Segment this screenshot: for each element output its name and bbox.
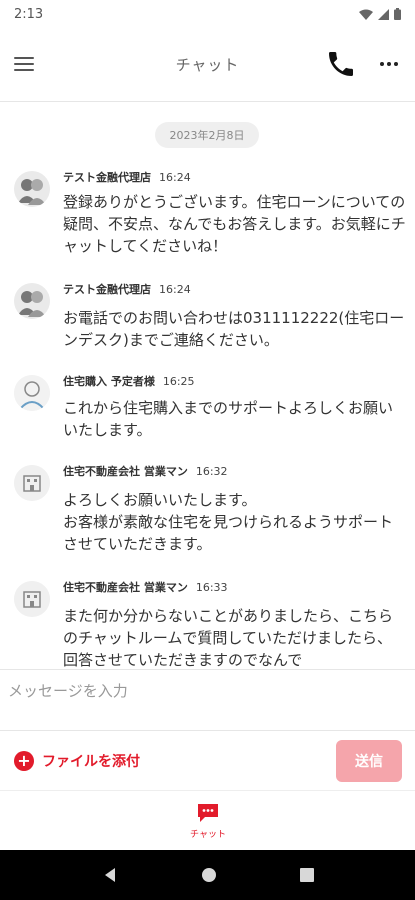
- building-avatar-icon: [14, 465, 50, 501]
- message-time: 16:25: [162, 375, 195, 388]
- message-time: 16:33: [195, 581, 228, 594]
- hamburger-menu-icon[interactable]: [14, 52, 38, 76]
- message-text: これから住宅購入までのサポートよろしくお願いいたします。: [63, 399, 394, 439]
- message-meta: テスト金融代理店 16:24: [63, 281, 191, 297]
- message-composer: [0, 669, 415, 731]
- send-button[interactable]: 送信: [336, 740, 402, 782]
- attach-file-button[interactable]: + ファイルを添付: [14, 751, 140, 771]
- system-navigation-bar: [0, 850, 415, 900]
- message-sender: 住宅不動産会社 営業マン: [63, 465, 188, 478]
- chat-message-list[interactable]: 2023年2月8日 テスト金融代理店 16:24 登録ありがとうございます。住宅ロ…: [0, 103, 415, 669]
- status-icons: [359, 8, 401, 20]
- message-meta: 住宅不動産会社 営業マン 16:32: [63, 463, 228, 479]
- message-time: 16:24: [159, 283, 191, 296]
- chat-bubble-icon: [198, 804, 218, 822]
- message-text: 登録ありがとうございます。住宅ローンについての疑問、不安点、なんでもお答えします…: [63, 193, 406, 255]
- message-sender: 住宅不動産会社 営業マン: [63, 581, 188, 594]
- message-time: 16:24: [159, 171, 191, 184]
- message-sender: テスト金融代理店: [63, 171, 151, 184]
- attach-file-label: ファイルを添付: [42, 754, 140, 770]
- message-text: よろしくお願いいたします。 お客様が素敵な住宅を見つけられるようサポートさせてい…: [63, 491, 394, 553]
- bottom-tab-bar: チャット: [0, 792, 415, 850]
- avatar-person: [14, 375, 50, 411]
- avatar-couple: [14, 171, 50, 207]
- couple-avatar-icon: [14, 283, 50, 319]
- tab-chat[interactable]: チャット: [183, 802, 233, 842]
- phone-icon: [329, 52, 353, 76]
- message-meta: 住宅不動産会社 営業マン 16:33: [63, 579, 228, 595]
- battery-icon: [394, 8, 401, 20]
- message-input[interactable]: [0, 670, 415, 730]
- tab-chat-label: チャット: [190, 830, 226, 840]
- message-sender: 住宅購入 予定者様: [63, 375, 155, 388]
- more-options-icon[interactable]: [375, 50, 403, 78]
- plus-circle-icon: +: [14, 751, 34, 771]
- avatar-couple: [14, 283, 50, 319]
- message-meta: 住宅購入 予定者様 16:25: [63, 373, 195, 389]
- couple-avatar-icon: [14, 171, 50, 207]
- person-avatar-icon: [14, 375, 50, 411]
- recents-icon[interactable]: [299, 868, 314, 882]
- message-text: お電話でのお問い合わせは0311112222(住宅ローンデスク)までご連絡くださ…: [63, 309, 405, 349]
- app-header: チャット: [0, 28, 415, 102]
- phone-call-button[interactable]: [325, 48, 357, 80]
- status-time: 2:13: [14, 6, 44, 22]
- date-separator: 2023年2月8日: [155, 122, 259, 148]
- message-time: 16:32: [195, 465, 228, 478]
- wifi-icon: [359, 9, 373, 20]
- avatar-building: [14, 465, 50, 501]
- message-text: また何か分からないことがありましたら、こちらのチャットルームで質問していただけま…: [63, 607, 394, 669]
- composer-actions: + ファイルを添付 送信: [0, 731, 415, 791]
- message-sender: テスト金融代理店: [63, 283, 151, 296]
- back-icon[interactable]: [102, 867, 118, 883]
- home-icon[interactable]: [201, 867, 217, 883]
- message-meta: テスト金融代理店 16:24: [63, 169, 191, 185]
- avatar-building: [14, 581, 50, 617]
- building-avatar-icon: [14, 581, 50, 617]
- signal-icon: [378, 8, 389, 20]
- status-bar: 2:13: [0, 0, 415, 28]
